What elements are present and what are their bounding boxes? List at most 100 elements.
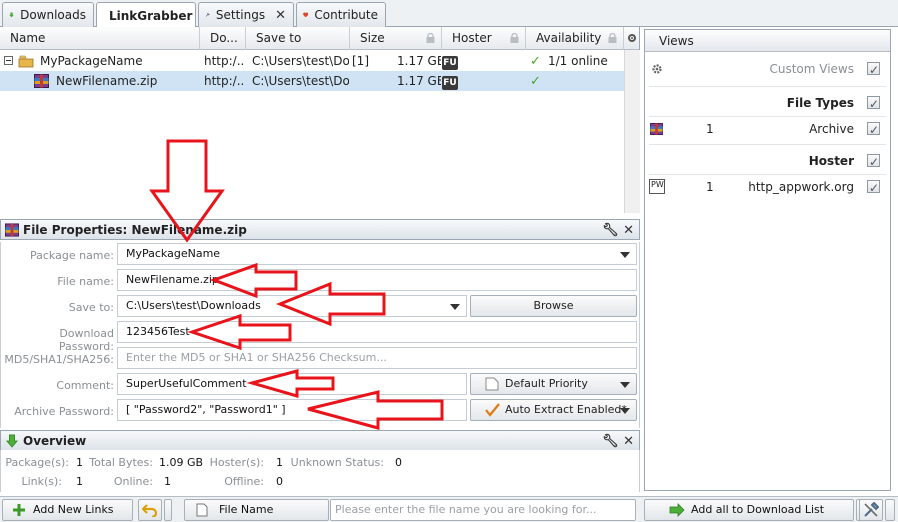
total-bytes-value: 1.09 GB bbox=[159, 456, 204, 469]
column-availability[interactable]: Availability bbox=[526, 27, 624, 50]
search-input[interactable]: Please enter the file name you are looki… bbox=[330, 499, 636, 521]
lock-icon bbox=[426, 33, 435, 43]
chevron-down-icon bbox=[620, 382, 630, 388]
tools-icon bbox=[864, 502, 879, 517]
total-bytes-label: Total Bytes: bbox=[89, 456, 153, 469]
close-icon[interactable]: ✕ bbox=[623, 434, 634, 449]
priority-dropdown[interactable]: Default Priority bbox=[470, 373, 637, 395]
add-all-label: Add all to Download List bbox=[691, 503, 825, 516]
hoster-badge: FU bbox=[442, 76, 458, 90]
sort-dropdown[interactable]: File Name bbox=[184, 499, 329, 521]
custom-views-checkbox[interactable] bbox=[867, 59, 880, 81]
unknown-value: 0 bbox=[395, 456, 402, 469]
chevron-down-icon bbox=[450, 304, 460, 310]
archive-icon bbox=[34, 71, 52, 91]
column-size[interactable]: Size bbox=[350, 27, 442, 50]
priority-label: Default Priority bbox=[505, 377, 588, 390]
heart-icon bbox=[303, 12, 309, 18]
bottom-toolbar: Add New Links File Name Please enter the… bbox=[0, 496, 898, 522]
hoster-label: Hoster bbox=[808, 154, 854, 168]
list-item[interactable]: PW 1 http_appwork.org bbox=[645, 176, 890, 199]
table-scrollbar[interactable] bbox=[624, 50, 640, 213]
download-password-input[interactable]: 123456Test bbox=[117, 321, 637, 343]
hoster-checkbox[interactable] bbox=[867, 151, 880, 173]
column-save-to[interactable]: Save to bbox=[246, 27, 350, 50]
auto-extract-dropdown[interactable]: Auto Extract Enabled* bbox=[470, 399, 637, 421]
row-url: http:/... bbox=[204, 74, 244, 88]
table-row[interactable]: MyPackageName http:/... C:\Users\test\Do… bbox=[0, 51, 624, 71]
file-types-label: File Types bbox=[786, 96, 854, 110]
add-new-links-button[interactable]: Add New Links bbox=[2, 499, 133, 521]
close-icon[interactable]: ✕ bbox=[623, 223, 634, 238]
packages-label: Package(s): bbox=[5, 456, 69, 469]
gear-icon bbox=[628, 34, 636, 42]
hosters-label: Hoster(s): bbox=[209, 456, 264, 469]
table-row[interactable]: NewFilename.zip http:/... C:\Users\test\… bbox=[0, 71, 624, 91]
chevron-down-icon bbox=[620, 408, 630, 414]
tab-settings[interactable]: Settings ✕ bbox=[198, 2, 294, 27]
item-checkbox[interactable] bbox=[867, 177, 880, 199]
file-name-input[interactable]: NewFilename.zip bbox=[117, 269, 637, 291]
extract-check-icon bbox=[485, 403, 500, 417]
package-icon bbox=[18, 51, 36, 71]
tab-downloads[interactable]: Downloads bbox=[2, 2, 94, 27]
archive-password-input[interactable]: [ "Password2", "Password1" ] bbox=[117, 399, 467, 421]
document-icon bbox=[196, 503, 208, 517]
row-name: NewFilename.zip bbox=[56, 74, 158, 88]
column-hoster[interactable]: Hoster bbox=[442, 27, 526, 50]
package-name-value: MyPackageName bbox=[126, 247, 221, 260]
sort-label: File Name bbox=[219, 503, 274, 516]
package-name-combo[interactable]: MyPackageName bbox=[117, 243, 637, 265]
tab-label: Downloads bbox=[20, 8, 86, 22]
custom-views-row[interactable]: Custom Views bbox=[645, 58, 890, 81]
package-name-label: Package name: bbox=[30, 249, 114, 262]
list-item[interactable]: 1 Archive bbox=[645, 118, 890, 141]
arrow-right-icon bbox=[669, 503, 685, 517]
row-size: 1.17 GB bbox=[397, 74, 441, 88]
save-to-combo[interactable]: C:\Users\test\Downloads bbox=[117, 295, 467, 317]
divider bbox=[649, 86, 886, 87]
panel-tools: 🔧︎ ✕ bbox=[602, 431, 634, 452]
link-table: Name Do... Save to Size Hoster Availabil… bbox=[0, 27, 640, 213]
undo-button[interactable] bbox=[138, 499, 162, 521]
archive-icon bbox=[5, 223, 19, 237]
add-links-icon bbox=[13, 504, 25, 516]
file-types-checkbox[interactable] bbox=[867, 93, 880, 115]
close-icon[interactable]: ✕ bbox=[275, 8, 286, 23]
tab-contribute[interactable]: Contribute bbox=[296, 2, 386, 27]
tab-label: Contribute bbox=[314, 8, 378, 22]
views-title: Views bbox=[645, 30, 890, 52]
column-name[interactable]: Name bbox=[0, 27, 200, 50]
wrench-icon bbox=[205, 12, 210, 17]
file-properties: Package name: MyPackageName File name: N… bbox=[0, 242, 640, 428]
download-arrow-icon bbox=[5, 434, 19, 448]
download-password-label: Download Password: bbox=[58, 327, 114, 353]
wrench-icon[interactable]: 🔧︎ bbox=[602, 223, 619, 238]
hoster-header[interactable]: Hoster bbox=[645, 150, 890, 173]
add-all-button[interactable]: Add all to Download List bbox=[644, 499, 854, 521]
download-arrow-icon bbox=[9, 12, 14, 18]
tab-label: Settings bbox=[215, 8, 266, 22]
checksum-input[interactable]: Enter the MD5 or SHA1 or SHA256 Checksum… bbox=[117, 347, 637, 369]
item-checkbox[interactable] bbox=[867, 119, 880, 141]
column-settings[interactable] bbox=[624, 27, 640, 50]
settings-dropdown[interactable] bbox=[885, 499, 895, 521]
wrench-icon[interactable]: 🔧︎ bbox=[602, 434, 619, 449]
file-properties-header: File Properties: NewFilename.zip 🔧︎ ✕ bbox=[0, 219, 640, 240]
divider bbox=[649, 144, 886, 145]
undo-dropdown[interactable] bbox=[164, 499, 172, 521]
row-name: MyPackageName bbox=[40, 54, 143, 68]
divider bbox=[649, 116, 886, 117]
column-download[interactable]: Do... bbox=[200, 27, 246, 50]
archive-icon bbox=[650, 123, 663, 135]
comment-input[interactable]: SuperUsefulComment bbox=[117, 373, 467, 395]
tab-label: LinkGrabber bbox=[109, 8, 193, 23]
settings-button[interactable] bbox=[859, 499, 883, 521]
tab-linkgrabber[interactable]: LinkGrabber bbox=[96, 2, 196, 28]
table-header: Name Do... Save to Size Hoster Availabil… bbox=[0, 27, 639, 50]
browse-button[interactable]: Browse bbox=[470, 295, 637, 317]
file-name-label: File name: bbox=[57, 275, 114, 288]
collapse-icon[interactable] bbox=[4, 51, 16, 71]
panel-tools: 🔧︎ ✕ bbox=[602, 220, 634, 241]
file-types-header[interactable]: File Types bbox=[645, 92, 890, 115]
